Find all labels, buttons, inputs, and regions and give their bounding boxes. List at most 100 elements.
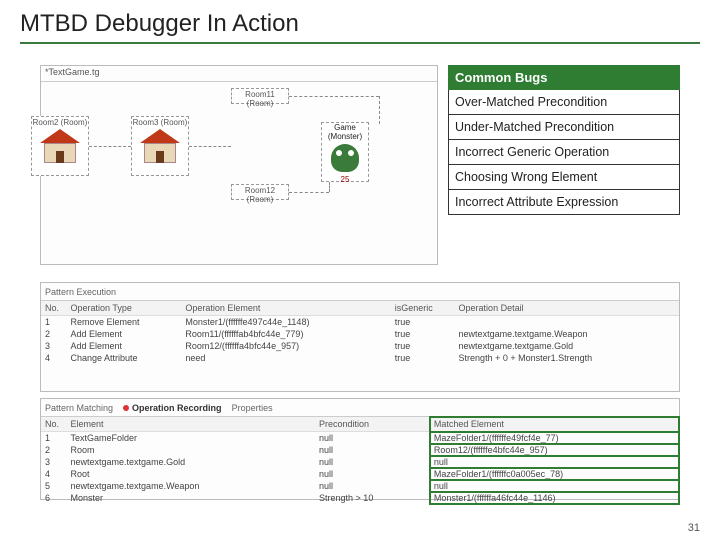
room12-box[interactable]: Room12 (Room) [231,184,289,200]
table-cell: Strength + 0 + Monster1.Strength [455,352,679,364]
table-cell: newtextgame.textgame.Weapon [67,480,316,492]
matching-table[interactable]: No. Element Precondition Matched Element… [41,417,679,504]
pattern-matching-pane[interactable]: Pattern Matching Operation Recording Pro… [40,398,680,500]
table-cell: 3 [41,456,67,468]
table-row[interactable]: 2RoomnullRoom12/(ffffffe4bfc44e_957) [41,444,679,456]
table-cell: 1 [41,316,67,329]
table-row[interactable]: 4RootnullMazeFolder1/(ffffffc0a005ec_78) [41,468,679,480]
col-no[interactable]: No. [41,301,67,316]
table-cell: Room [67,444,316,456]
diagram-canvas[interactable]: *TextGame.tg Room2 (Room) Room3 (Room) R… [40,65,438,265]
table-cell: 5 [41,480,67,492]
table-cell: TextGameFolder [67,432,316,445]
table-row[interactable]: 3Add ElementRoom12/(ffffffa4bfc44e_957)t… [41,340,679,352]
table-cell: Room11/(ffffffab4bfc44e_779) [181,328,390,340]
page-title: MTBD Debugger In Action [0,0,720,42]
connector-line [379,96,380,124]
workspace: *TextGame.tg Room2 (Room) Room3 (Room) R… [40,65,680,275]
table-cell: 4 [41,352,67,364]
room3-box[interactable]: Room3 (Room) [131,116,189,176]
table-cell: MazeFolder1/(ffffffc0a005ec_78) [430,468,679,480]
monster-box[interactable]: Game (Monster) 25 [321,122,369,182]
table-cell: null [315,480,430,492]
connector-line [89,146,131,147]
room12-label: Room12 (Room) [245,186,275,204]
table-cell: 2 [41,328,67,340]
table-cell: Change Attribute [67,352,182,364]
title-rule [20,42,700,44]
col-optype[interactable]: Operation Type [67,301,182,316]
table-row[interactable]: 3newtextgame.textgame.Goldnullnull [41,456,679,468]
col-no[interactable]: No. [41,417,67,432]
table-cell: newtextgame.textgame.Gold [67,456,316,468]
room11-label: Room11 (Room) [245,90,275,108]
monster-icon [331,144,359,172]
table-cell: Monster [67,492,316,504]
table-cell: null [430,456,679,468]
table-cell: null [315,456,430,468]
bugs-item[interactable]: Incorrect Attribute Expression [448,190,680,215]
table-cell: Remove Element [67,316,182,329]
connector-line [189,146,231,147]
connector-line [329,182,330,192]
table-cell: true [391,316,455,329]
col-opelem[interactable]: Operation Element [181,301,390,316]
pattern-execution-pane[interactable]: Pattern Execution No. Operation Type Ope… [40,282,680,392]
bugs-panel: Common Bugs Over-Matched Precondition Un… [448,65,680,215]
house-icon [140,129,180,163]
table-cell: true [391,352,455,364]
tab-properties[interactable]: Properties [232,403,273,413]
table-cell: Monster1/(ffffffa46fc44e_1146) [430,492,679,504]
col-isgeneric[interactable]: isGeneric [391,301,455,316]
bugs-item[interactable]: Under-Matched Precondition [448,115,680,140]
table-row[interactable]: 1TextGameFoldernullMazeFolder1/(ffffffe4… [41,432,679,445]
connector-line [289,96,379,97]
tab-pattern-execution[interactable]: Pattern Execution [45,287,116,297]
table-cell [455,316,679,329]
table-cell: null [315,432,430,445]
table-cell: need [181,352,390,364]
col-element[interactable]: Element [67,417,316,432]
table-cell: true [391,328,455,340]
table-cell: null [430,480,679,492]
tab-operation-recording[interactable]: Operation Recording [123,403,222,413]
col-matched-element[interactable]: Matched Element [430,417,679,432]
table-row[interactable]: 2Add ElementRoom11/(ffffffab4bfc44e_779)… [41,328,679,340]
table-cell: Strength > 10 [315,492,430,504]
table-cell: Room12/(ffffffe4bfc44e_957) [430,444,679,456]
table-cell: Monster1/(ffffffe497c44e_1148) [181,316,390,329]
bugs-header: Common Bugs [448,65,680,90]
table-cell: Root [67,468,316,480]
table-cell: 1 [41,432,67,445]
table-cell: Add Element [67,328,182,340]
connector-line [289,192,329,193]
table-cell: null [315,468,430,480]
table-cell: MazeFolder1/(ffffffe49fcf4e_77) [430,432,679,445]
table-row[interactable]: 4Change AttributeneedtrueStrength + 0 + … [41,352,679,364]
table-cell: 6 [41,492,67,504]
table-cell: newtextgame.textgame.Gold [455,340,679,352]
table-row[interactable]: 5newtextgame.textgame.Weaponnullnull [41,480,679,492]
col-precondition[interactable]: Precondition [315,417,430,432]
table-cell: 3 [41,340,67,352]
col-opdetail[interactable]: Operation Detail [455,301,679,316]
table-cell: 4 [41,468,67,480]
table-cell: null [315,444,430,456]
table-row[interactable]: 1Remove ElementMonster1/(ffffffe497c44e_… [41,316,679,329]
execution-table[interactable]: No. Operation Type Operation Element isG… [41,301,679,364]
room3-label: Room3 (Room) [133,118,188,127]
room2-box[interactable]: Room2 (Room) [31,116,89,176]
room11-box[interactable]: Room11 (Room) [231,88,289,104]
bugs-item[interactable]: Incorrect Generic Operation [448,140,680,165]
bugs-item[interactable]: Over-Matched Precondition [448,90,680,115]
pane-tabs: Pattern Execution [41,283,679,301]
pane-tabs: Pattern Matching Operation Recording Pro… [41,399,679,417]
table-cell: newtextgame.textgame.Weapon [455,328,679,340]
bugs-item[interactable]: Choosing Wrong Element [448,165,680,190]
house-icon [40,129,80,163]
table-cell: Room12/(ffffffa4bfc44e_957) [181,340,390,352]
monster-label: Game (Monster) [322,123,368,141]
table-row[interactable]: 6MonsterStrength > 10Monster1/(ffffffa46… [41,492,679,504]
tab-pattern-matching[interactable]: Pattern Matching [45,403,113,413]
editor-tab[interactable]: *TextGame.tg [41,66,437,82]
